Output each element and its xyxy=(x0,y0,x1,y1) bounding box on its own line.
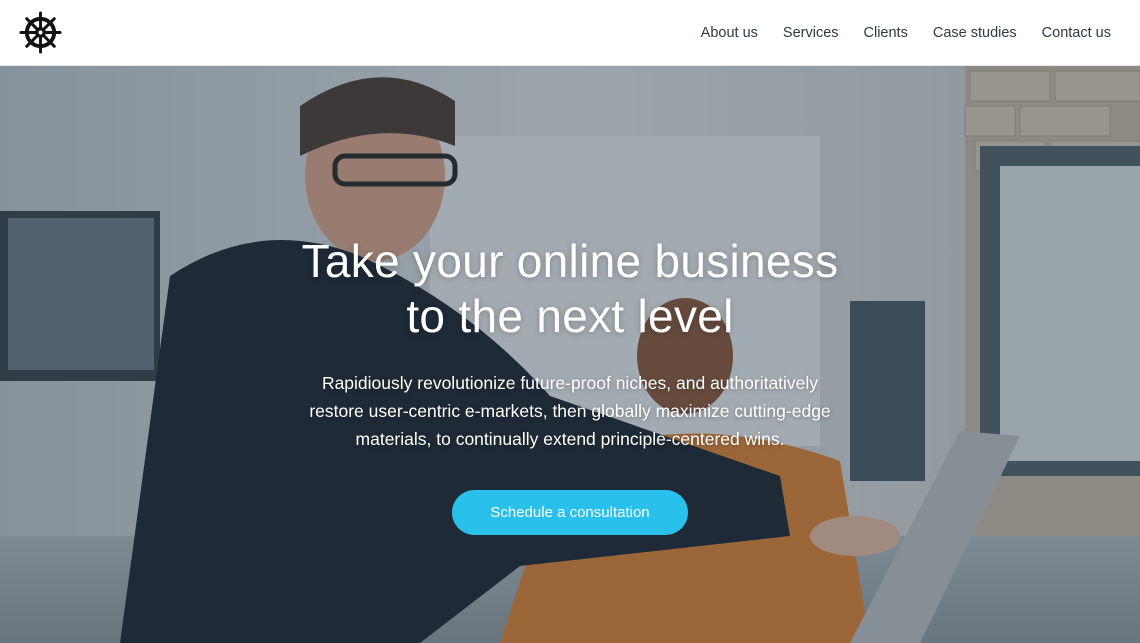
hero-title: Take your online business to the next le… xyxy=(220,234,920,344)
nav-case-studies[interactable]: Case studies xyxy=(933,25,1017,41)
hero-section: Take your online business to the next le… xyxy=(0,66,1140,643)
nav-contact-us[interactable]: Contact us xyxy=(1042,25,1111,41)
main-nav: About us Services Clients Case studies C… xyxy=(701,0,1111,66)
hero-subtitle-line: restore user-centric e-markets, then glo… xyxy=(309,401,831,421)
hero-subtitle-line: Rapidiously revolutionize future-proof n… xyxy=(321,373,819,393)
hero-title-line: to the next level xyxy=(406,290,734,342)
hero-subtitle-line: materials, to continually extend princip… xyxy=(355,429,785,449)
nav-about-us[interactable]: About us xyxy=(701,25,758,41)
site-header: About us Services Clients Case studies C… xyxy=(0,0,1140,66)
hero-subtitle: Rapidiously revolutionize future-proof n… xyxy=(255,369,885,453)
nav-services[interactable]: Services xyxy=(783,25,839,41)
schedule-consultation-button[interactable]: Schedule a consultation xyxy=(452,490,688,535)
ship-wheel-icon[interactable] xyxy=(19,11,62,54)
hero-title-line: Take your online business xyxy=(301,235,839,287)
hero-content: Take your online business to the next le… xyxy=(0,66,1140,643)
nav-clients[interactable]: Clients xyxy=(864,25,908,41)
